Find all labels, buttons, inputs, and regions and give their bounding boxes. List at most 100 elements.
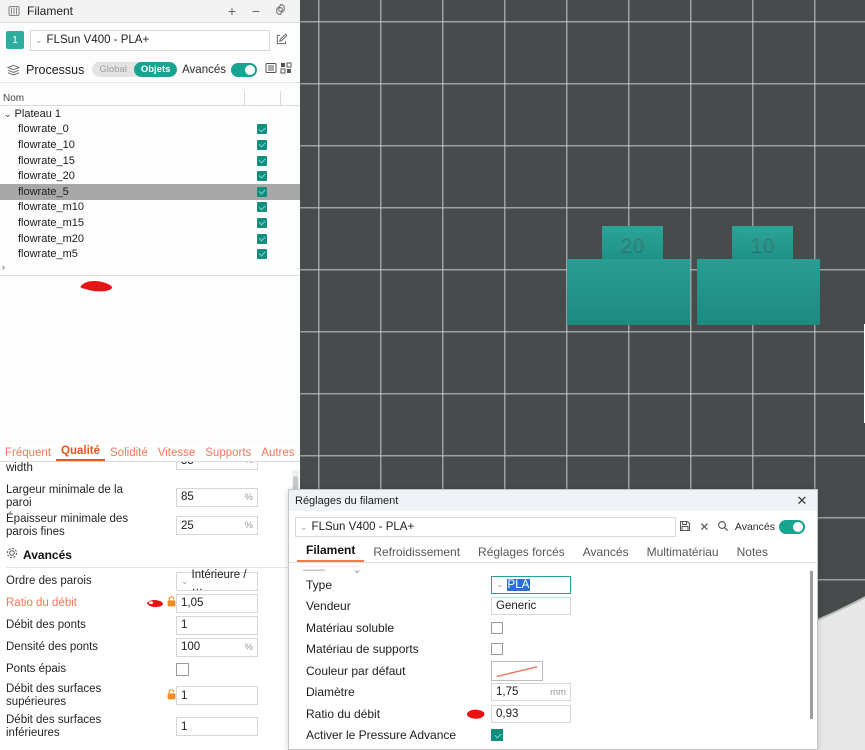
lock-icon[interactable]	[167, 596, 176, 610]
save-icon[interactable]	[676, 520, 695, 535]
parameter-field[interactable]: 1	[176, 686, 258, 706]
dialog-field[interactable]: 0,93	[491, 704, 571, 723]
parameter-field[interactable]: 1,05	[176, 593, 258, 613]
dialog-row[interactable]: Matériau soluble	[289, 617, 817, 639]
dialog-field[interactable]: Generic	[491, 597, 571, 616]
object-list-item[interactable]: flowrate_m15	[0, 215, 300, 231]
dialog-checkbox[interactable]	[491, 621, 503, 634]
gear-icon[interactable]	[268, 3, 292, 19]
object-list-item[interactable]: flowrate_20	[0, 168, 300, 184]
parameter-tab-0[interactable]: Fréquent	[0, 447, 56, 461]
object-visibility-checkbox[interactable]	[244, 155, 280, 166]
object-list-item[interactable]: ⌄ Plateau 1	[0, 106, 300, 122]
parameter-field[interactable]: 55 %	[176, 462, 258, 470]
filament-preset-combo[interactable]: ⌄ FLSun V400 - PLA+	[30, 29, 270, 51]
dialog-row[interactable]: Ratio du débit 0,93	[289, 703, 817, 725]
dialog-advanced-toggle[interactable]	[779, 520, 805, 534]
scope-segmented-control[interactable]: Global Objets	[92, 62, 178, 77]
object-list-item[interactable]: flowrate_5	[0, 183, 300, 200]
arrange-icon[interactable]	[278, 62, 293, 77]
parameter-row-clipped[interactable]: width 55 %	[0, 462, 300, 484]
parameter-tab-4[interactable]: Supports	[200, 447, 256, 461]
parameter-tabs[interactable]: Fréquent Qualité Solidité Vitesse Supports Au…	[0, 443, 300, 462]
object-visibility-checkbox[interactable]	[244, 249, 280, 260]
object-list-item[interactable]: flowrate_m10	[0, 200, 300, 216]
object-visibility-checkbox[interactable]	[244, 186, 280, 197]
search-icon[interactable]	[714, 520, 733, 535]
object-visibility-checkbox[interactable]	[244, 124, 280, 135]
parameter-tab-3[interactable]: Vitesse	[153, 447, 201, 461]
list-view-icon[interactable]	[263, 62, 278, 77]
parameter-row[interactable]: Ratio du débit 1,05	[0, 592, 300, 614]
dialog-field[interactable]: 1,75 mm	[491, 683, 571, 702]
parameter-field[interactable]: ⌄ Intérieure / …	[176, 569, 258, 593]
object-visibility-checkbox[interactable]	[244, 233, 280, 244]
dialog-tab-2[interactable]: Réglages forcés	[469, 545, 574, 562]
object-list-item[interactable]: flowrate_m5	[0, 246, 300, 262]
chevron-down-icon[interactable]: ⌄	[4, 109, 12, 119]
dialog-tab-3[interactable]: Avancés	[574, 545, 638, 562]
dialog-row[interactable]: Diamètre 1,75 mm	[289, 682, 817, 704]
dialog-row[interactable]: Couleur par défaut	[289, 660, 817, 682]
object-list-item[interactable]: flowrate_0	[0, 122, 300, 138]
parameter-row[interactable]: Ponts épais	[0, 658, 300, 680]
parameter-row[interactable]: Ordre des parois ⌄ Intérieure / …	[0, 569, 300, 593]
parameter-row[interactable]: Débit des ponts 1	[0, 614, 300, 636]
parameter-row[interactable]: Débit des surfaces supérieures 1	[0, 680, 300, 711]
parameter-row[interactable]: Débit des surfaces inférieures 1	[0, 711, 300, 742]
object-list-item[interactable]: flowrate_15	[0, 153, 300, 169]
dialog-row[interactable]: Vendeur Generic	[289, 596, 817, 618]
object-visibility-checkbox[interactable]	[244, 217, 280, 228]
dialog-checkbox[interactable]	[491, 643, 503, 656]
parameter-row[interactable]: Épaisseur minimale des parois fines 25%	[0, 510, 300, 541]
parameter-rows-basic: Largeur minimale de la paroi 85% Épaisseur…	[0, 484, 300, 541]
dialog-checkbox[interactable]	[491, 729, 503, 742]
delete-preset-icon[interactable]: ✕	[695, 520, 714, 534]
parameter-field[interactable]: 85%	[176, 487, 258, 507]
parameter-row[interactable]: Densité des ponts 100%	[0, 636, 300, 658]
dialog-tab-0[interactable]: Filament	[297, 543, 365, 562]
object-block[interactable]	[697, 259, 820, 325]
parameter-field[interactable]: 1	[176, 717, 258, 737]
parameter-checkbox[interactable]	[176, 662, 189, 676]
dialog-row[interactable]: Matériau de supports	[289, 639, 817, 661]
dialog-row[interactable]: Activer le Pressure Advance	[289, 725, 817, 747]
object-block-cap[interactable]: 10	[732, 226, 793, 259]
parameter-tab-5[interactable]: Autres	[256, 447, 299, 461]
object-visibility-checkbox[interactable]	[244, 139, 280, 150]
remove-filament-button[interactable]: −	[244, 3, 268, 19]
parameter-field[interactable]: 100%	[176, 637, 258, 657]
parameter-field[interactable]: 25%	[176, 516, 258, 536]
lock-icon[interactable]	[167, 689, 176, 703]
filament-settings-dialog[interactable]: Réglages du filament ✕ ⌄ FLSun V400 - PL…	[288, 489, 818, 750]
dialog-tab-5[interactable]: Notes	[728, 545, 777, 562]
dialog-tab-1[interactable]: Refroidissement	[364, 545, 469, 562]
scope-option-global[interactable]: Global	[92, 62, 133, 77]
dialog-tab-4[interactable]: Multimatériau	[638, 545, 728, 562]
dialog-preset-combo[interactable]: ⌄ FLSun V400 - PLA+	[295, 517, 676, 537]
close-icon[interactable]: ✕	[793, 493, 811, 509]
dialog-scrollbar-thumb[interactable]	[810, 571, 813, 719]
dialog-field[interactable]: ⌄ PLA	[491, 575, 571, 594]
object-visibility-checkbox[interactable]	[244, 171, 280, 182]
parameter-list[interactable]: width 55 % Largeur minimale de la paroi 8…	[0, 462, 300, 750]
dialog-row[interactable]: Type ⌄ PLA	[289, 574, 817, 596]
dialog-scrollbar[interactable]	[810, 571, 814, 726]
parameter-row[interactable]: Largeur minimale de la paroi 85%	[0, 484, 300, 510]
object-list-expander[interactable]: ›	[0, 262, 300, 272]
parameter-field[interactable]: 1	[176, 615, 258, 635]
object-list-item[interactable]: flowrate_10	[0, 137, 300, 153]
object-list[interactable]: Nom ⌄ Plateau 1 flowrate_0 flowrate_10 flowr…	[0, 90, 300, 292]
object-list-item[interactable]: flowrate_m20	[0, 231, 300, 247]
default-color-swatch[interactable]	[491, 660, 543, 681]
object-block[interactable]	[567, 259, 690, 325]
object-visibility-checkbox[interactable]	[244, 202, 280, 213]
dialog-tabs[interactable]: Filament Refroidissement Réglages forcés Av…	[289, 541, 817, 563]
add-filament-button[interactable]: +	[220, 3, 244, 19]
parameter-tab-2[interactable]: Solidité	[105, 447, 153, 461]
parameter-tab-1[interactable]: Qualité	[56, 445, 106, 461]
object-block-cap[interactable]: 20	[602, 226, 663, 259]
edit-square-icon[interactable]	[270, 32, 294, 48]
scope-option-objects[interactable]: Objets	[133, 62, 178, 77]
advanced-toggle[interactable]	[231, 62, 257, 77]
